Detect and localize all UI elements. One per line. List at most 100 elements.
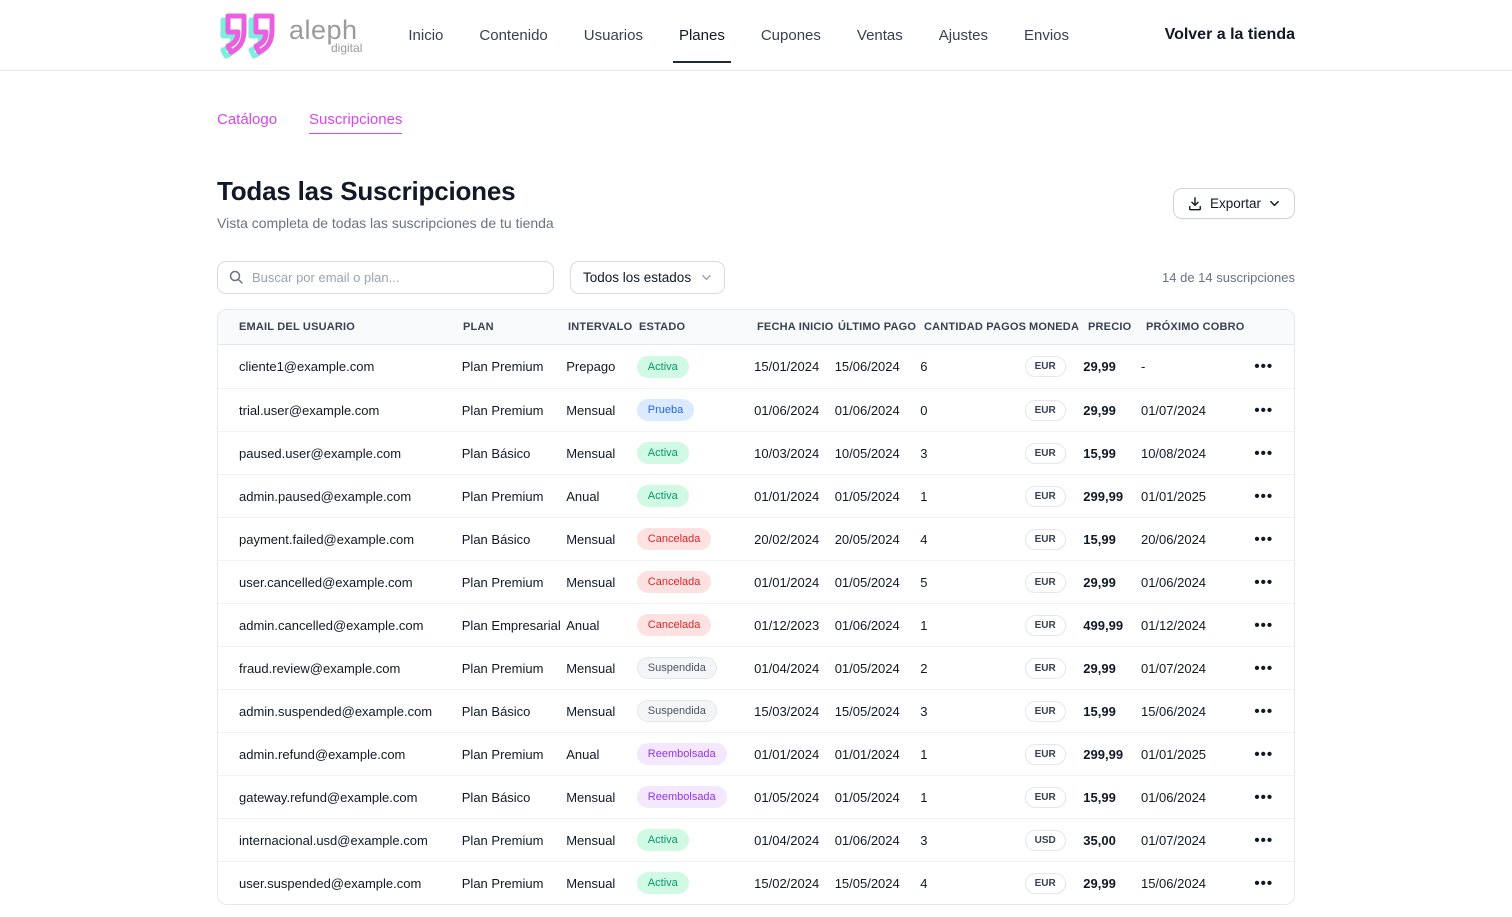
cell-interval: Anual — [566, 747, 637, 762]
tab-suscripciones[interactable]: Suscripciones — [309, 111, 402, 134]
cell-start-date: 01/04/2024 — [754, 661, 835, 676]
download-icon — [1188, 197, 1202, 211]
row-actions-menu-icon[interactable]: ••• — [1254, 704, 1273, 719]
cell-next-charge: 15/06/2024 — [1141, 876, 1254, 891]
cell-next-charge: 01/06/2024 — [1141, 790, 1254, 805]
table-row: admin.cancelled@example.com Plan Empresa… — [218, 603, 1294, 646]
cell-plan: Plan Premium — [462, 575, 566, 590]
cell-last-payment: 01/05/2024 — [835, 661, 921, 676]
search-icon — [228, 269, 244, 285]
brand-name: aleph — [289, 17, 362, 44]
cell-last-payment: 01/06/2024 — [835, 618, 921, 633]
cell-start-date: 01/06/2024 — [754, 403, 835, 418]
row-actions-menu-icon[interactable]: ••• — [1254, 833, 1273, 848]
page-subtitle: Vista completa de todas las suscripcione… — [217, 215, 554, 231]
cell-payments-count: 0 — [920, 403, 1024, 418]
nav-item-ventas[interactable]: Ventas — [855, 19, 905, 52]
currency-pill: EUR — [1025, 443, 1066, 464]
tab-catalogo[interactable]: Catálogo — [217, 111, 277, 134]
cell-start-date: 01/01/2024 — [754, 575, 835, 590]
nav-item-planes[interactable]: Planes — [677, 19, 727, 52]
cell-price: 499,99 — [1083, 618, 1141, 633]
cell-plan: Plan Premium — [462, 833, 566, 848]
cell-email: internacional.usd@example.com — [239, 833, 462, 848]
nav-item-ajustes[interactable]: Ajustes — [937, 19, 990, 52]
export-label: Exportar — [1210, 196, 1261, 211]
cell-last-payment: 01/06/2024 — [835, 833, 921, 848]
nav-item-inicio[interactable]: Inicio — [406, 19, 445, 52]
cell-payments-count: 6 — [920, 359, 1024, 374]
cell-last-payment: 15/05/2024 — [835, 704, 921, 719]
cell-price: 35,00 — [1083, 833, 1141, 848]
search-input[interactable] — [217, 261, 554, 294]
row-actions-menu-icon[interactable]: ••• — [1254, 575, 1273, 590]
cell-interval: Mensual — [566, 704, 637, 719]
cell-payments-count: 3 — [920, 704, 1024, 719]
status-filter-select[interactable]: Todos los estados — [570, 261, 725, 294]
cell-payments-count: 3 — [920, 833, 1024, 848]
cell-start-date: 01/01/2024 — [754, 489, 835, 504]
row-actions-menu-icon[interactable]: ••• — [1254, 747, 1273, 762]
cell-payments-count: 1 — [920, 618, 1024, 633]
col-fecha-inicio: FECHA INICIO — [757, 321, 838, 333]
row-actions-menu-icon[interactable]: ••• — [1254, 532, 1273, 547]
table-row: gateway.refund@example.com Plan Básico M… — [218, 775, 1294, 818]
row-actions-menu-icon[interactable]: ••• — [1254, 359, 1273, 374]
row-actions-menu-icon[interactable]: ••• — [1254, 618, 1273, 633]
cell-start-date: 15/02/2024 — [754, 876, 835, 891]
nav-item-envios[interactable]: Envios — [1022, 19, 1071, 52]
cell-email: user.cancelled@example.com — [239, 575, 462, 590]
cell-last-payment: 01/01/2024 — [835, 747, 921, 762]
cell-next-charge: 20/06/2024 — [1141, 532, 1254, 547]
row-actions-menu-icon[interactable]: ••• — [1254, 790, 1273, 805]
back-to-store-link[interactable]: Volver a la tienda — [1165, 26, 1295, 44]
top-navigation-bar: aleph digital Inicio Contenido Usuarios Pla… — [0, 0, 1512, 71]
cell-plan: Plan Básico — [462, 446, 566, 461]
cell-plan: Plan Básico — [462, 532, 566, 547]
quotes-logo-icon — [217, 10, 279, 60]
currency-pill: EUR — [1025, 615, 1066, 636]
row-actions-menu-icon[interactable]: ••• — [1254, 403, 1273, 418]
cell-price: 299,99 — [1083, 747, 1141, 762]
cell-email: user.suspended@example.com — [239, 876, 462, 891]
cell-interval: Anual — [566, 489, 637, 504]
cell-start-date: 01/04/2024 — [754, 833, 835, 848]
cell-plan: Plan Básico — [462, 704, 566, 719]
cell-start-date: 10/03/2024 — [754, 446, 835, 461]
brand-logo[interactable]: aleph digital — [217, 10, 362, 60]
row-actions-menu-icon[interactable]: ••• — [1254, 446, 1273, 461]
row-actions-menu-icon[interactable]: ••• — [1254, 489, 1273, 504]
cell-interval: Mensual — [566, 876, 637, 891]
row-actions-menu-icon[interactable]: ••• — [1254, 661, 1273, 676]
subscription-count: 14 de 14 suscripciones — [1162, 270, 1295, 285]
cell-price: 15,99 — [1083, 790, 1141, 805]
cell-next-charge: - — [1141, 359, 1254, 374]
nav-item-contenido[interactable]: Contenido — [477, 19, 549, 52]
currency-pill: EUR — [1025, 787, 1066, 808]
cell-plan: Plan Premium — [462, 747, 566, 762]
cell-payments-count: 5 — [920, 575, 1024, 590]
cell-plan: Plan Premium — [462, 876, 566, 891]
currency-pill: EUR — [1025, 486, 1066, 507]
nav-item-cupones[interactable]: Cupones — [759, 19, 823, 52]
page-title: Todas las Suscripciones — [217, 176, 554, 207]
currency-pill: EUR — [1025, 744, 1066, 765]
nav-item-usuarios[interactable]: Usuarios — [582, 19, 645, 52]
cell-payments-count: 1 — [920, 790, 1024, 805]
table-row: fraud.review@example.com Plan Premium Me… — [218, 646, 1294, 689]
cell-last-payment: 15/05/2024 — [835, 876, 921, 891]
row-actions-menu-icon[interactable]: ••• — [1254, 876, 1273, 891]
cell-payments-count: 4 — [920, 532, 1024, 547]
brand-subname: digital — [331, 42, 362, 54]
cell-last-payment: 10/05/2024 — [835, 446, 921, 461]
section-tabs: Catálogo Suscripciones — [217, 111, 1295, 134]
col-estado: ESTADO — [639, 321, 757, 333]
cell-last-payment: 01/05/2024 — [835, 575, 921, 590]
cell-payments-count: 2 — [920, 661, 1024, 676]
cell-email: admin.refund@example.com — [239, 747, 462, 762]
cell-price: 299,99 — [1083, 489, 1141, 504]
table-row: admin.suspended@example.com Plan Básico … — [218, 689, 1294, 732]
export-button[interactable]: Exportar — [1173, 188, 1295, 219]
status-badge: Activa — [637, 872, 689, 894]
col-moneda: MONEDA — [1029, 321, 1088, 333]
